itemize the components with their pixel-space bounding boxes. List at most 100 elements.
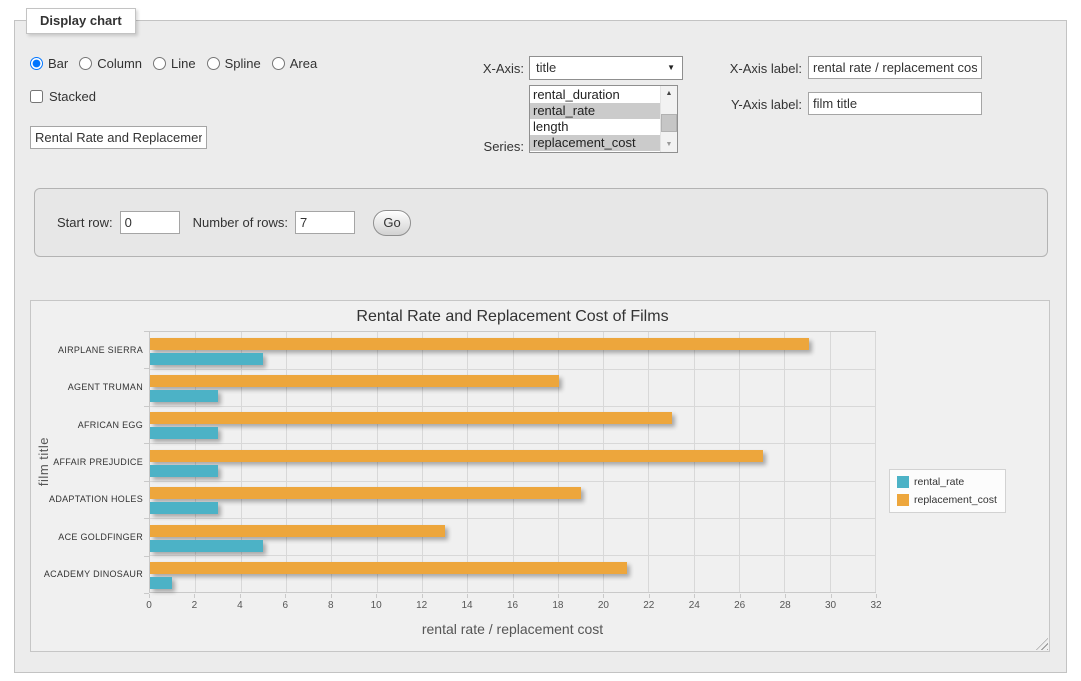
start-row-input[interactable] — [120, 211, 180, 234]
x-axis-select[interactable]: title ▼ — [529, 56, 683, 80]
chart-type-label: Spline — [225, 56, 261, 71]
chart-legend: rental_rate replacement_cost — [889, 469, 1006, 513]
x-axis-tick — [876, 594, 877, 598]
legend-label: replacement_cost — [914, 494, 997, 506]
x-axis-label-input[interactable] — [808, 56, 982, 79]
x-axis-tick — [149, 594, 150, 598]
horizontal-gridline — [150, 518, 875, 519]
series-option-replacement_cost[interactable]: replacement_cost — [530, 135, 660, 151]
legend-label: rental_rate — [914, 476, 964, 488]
chart-type-radio-area[interactable] — [272, 57, 285, 70]
series-option-rental_duration[interactable]: rental_duration — [530, 87, 660, 103]
vertical-gridline — [422, 332, 423, 592]
x-axis-tick-label: 24 — [679, 600, 709, 611]
legend-swatch — [897, 494, 909, 506]
vertical-gridline — [694, 332, 695, 592]
x-axis-tick-label: 30 — [816, 600, 846, 611]
x-axis-tick-label: 6 — [270, 600, 300, 611]
stacked-checkbox[interactable] — [30, 90, 43, 103]
scroll-up-button[interactable]: ▲ — [661, 86, 677, 101]
x-axis-tick-label: 14 — [452, 600, 482, 611]
arrow-down-icon: ▼ — [666, 141, 673, 148]
series-multiselect[interactable]: rental_durationrental_ratelengthreplacem… — [529, 85, 678, 153]
vertical-gridline — [784, 332, 785, 592]
x-axis-tick — [694, 594, 695, 598]
legend-item-rental_rate[interactable]: rental_rate — [897, 476, 997, 488]
page: Display chart BarColumnLineSplineArea St… — [0, 0, 1081, 681]
chart-type-option-spline: Spline — [207, 56, 261, 71]
vertical-gridline — [195, 332, 196, 592]
chart-title-input[interactable] — [30, 126, 207, 149]
x-axis-tick — [331, 594, 332, 598]
scroll-down-button[interactable]: ▼ — [661, 137, 677, 152]
series-option-rental_rate[interactable]: rental_rate — [530, 103, 660, 119]
series-options: rental_durationrental_ratelengthreplacem… — [530, 86, 660, 152]
chart-type-option-bar: Bar — [30, 56, 68, 71]
chart-type-label: Bar — [48, 56, 68, 71]
chart-type-radio-column[interactable] — [79, 57, 92, 70]
x-axis-tick-label: 22 — [634, 600, 664, 611]
x-axis-tick-label: 16 — [498, 600, 528, 611]
chart-type-radio-bar[interactable] — [30, 57, 43, 70]
x-axis-tick-label: 26 — [725, 600, 755, 611]
chart-type-radio-line[interactable] — [153, 57, 166, 70]
horizontal-gridline — [150, 443, 875, 444]
bar-rental_rate — [150, 390, 218, 402]
bar-replacement_cost — [150, 338, 809, 350]
y-axis-label-input[interactable] — [808, 92, 982, 115]
vertical-gridline — [830, 332, 831, 592]
x-axis-tick — [558, 594, 559, 598]
stacked-label: Stacked — [49, 89, 96, 104]
x-axis-tick — [240, 594, 241, 598]
legend-swatch — [897, 476, 909, 488]
vertical-gridline — [241, 332, 242, 592]
category-label: ACE GOLDFINGER — [31, 532, 143, 543]
horizontal-gridline — [150, 555, 875, 556]
scrollbar[interactable]: ▲ ▼ — [660, 86, 677, 152]
x-axis-tick-label: 4 — [225, 600, 255, 611]
x-axis-tick — [422, 594, 423, 598]
chart-type-label: Column — [97, 56, 142, 71]
legend-item-replacement_cost[interactable]: replacement_cost — [897, 494, 997, 506]
x-axis-tick-label: 32 — [861, 600, 891, 611]
series-option-length[interactable]: length — [530, 119, 660, 135]
x-axis-tick — [194, 594, 195, 598]
scrollbar-thumb[interactable] — [661, 114, 677, 132]
go-button[interactable]: Go — [373, 210, 411, 236]
num-rows-label: Number of rows: — [193, 215, 288, 230]
category-label: AFFAIR PREJUDICE — [31, 457, 143, 468]
series-field-label: Series: — [424, 139, 524, 155]
y-axis-tick — [144, 368, 149, 369]
y-axis-tick — [144, 556, 149, 557]
bar-rental_rate — [150, 427, 218, 439]
x-axis-tick-label: 10 — [361, 600, 391, 611]
vertical-gridline — [558, 332, 559, 592]
x-axis-selected-value: title — [536, 60, 556, 75]
x-axis-tick — [603, 594, 604, 598]
plot-area — [149, 331, 876, 593]
x-axis-tick-label: 0 — [134, 600, 164, 611]
vertical-gridline — [875, 332, 876, 592]
x-axis-tick — [831, 594, 832, 598]
vertical-gridline — [513, 332, 514, 592]
category-label: ACADEMY DINOSAUR — [31, 569, 143, 580]
y-axis-tick — [144, 406, 149, 407]
chart-type-option-line: Line — [153, 56, 196, 71]
num-rows-input[interactable] — [295, 211, 355, 234]
resize-handle-icon[interactable] — [1036, 638, 1048, 650]
horizontal-gridline — [150, 369, 875, 370]
x-axis-tick — [785, 594, 786, 598]
bar-rental_rate — [150, 353, 263, 365]
x-axis-tick — [740, 594, 741, 598]
category-label: ADAPTATION HOLES — [31, 494, 143, 505]
horizontal-gridline — [150, 406, 875, 407]
x-axis-tick-label: 28 — [770, 600, 800, 611]
y-axis-tick — [144, 331, 149, 332]
vertical-gridline — [467, 332, 468, 592]
row-controls-panel: Start row: Number of rows: Go — [34, 188, 1048, 257]
chart-type-label: Line — [171, 56, 196, 71]
chart-type-radio-spline[interactable] — [207, 57, 220, 70]
bar-replacement_cost — [150, 525, 445, 537]
stacked-checkbox-row: Stacked — [30, 88, 96, 104]
chart-type-radio-group: BarColumnLineSplineArea — [30, 55, 328, 71]
